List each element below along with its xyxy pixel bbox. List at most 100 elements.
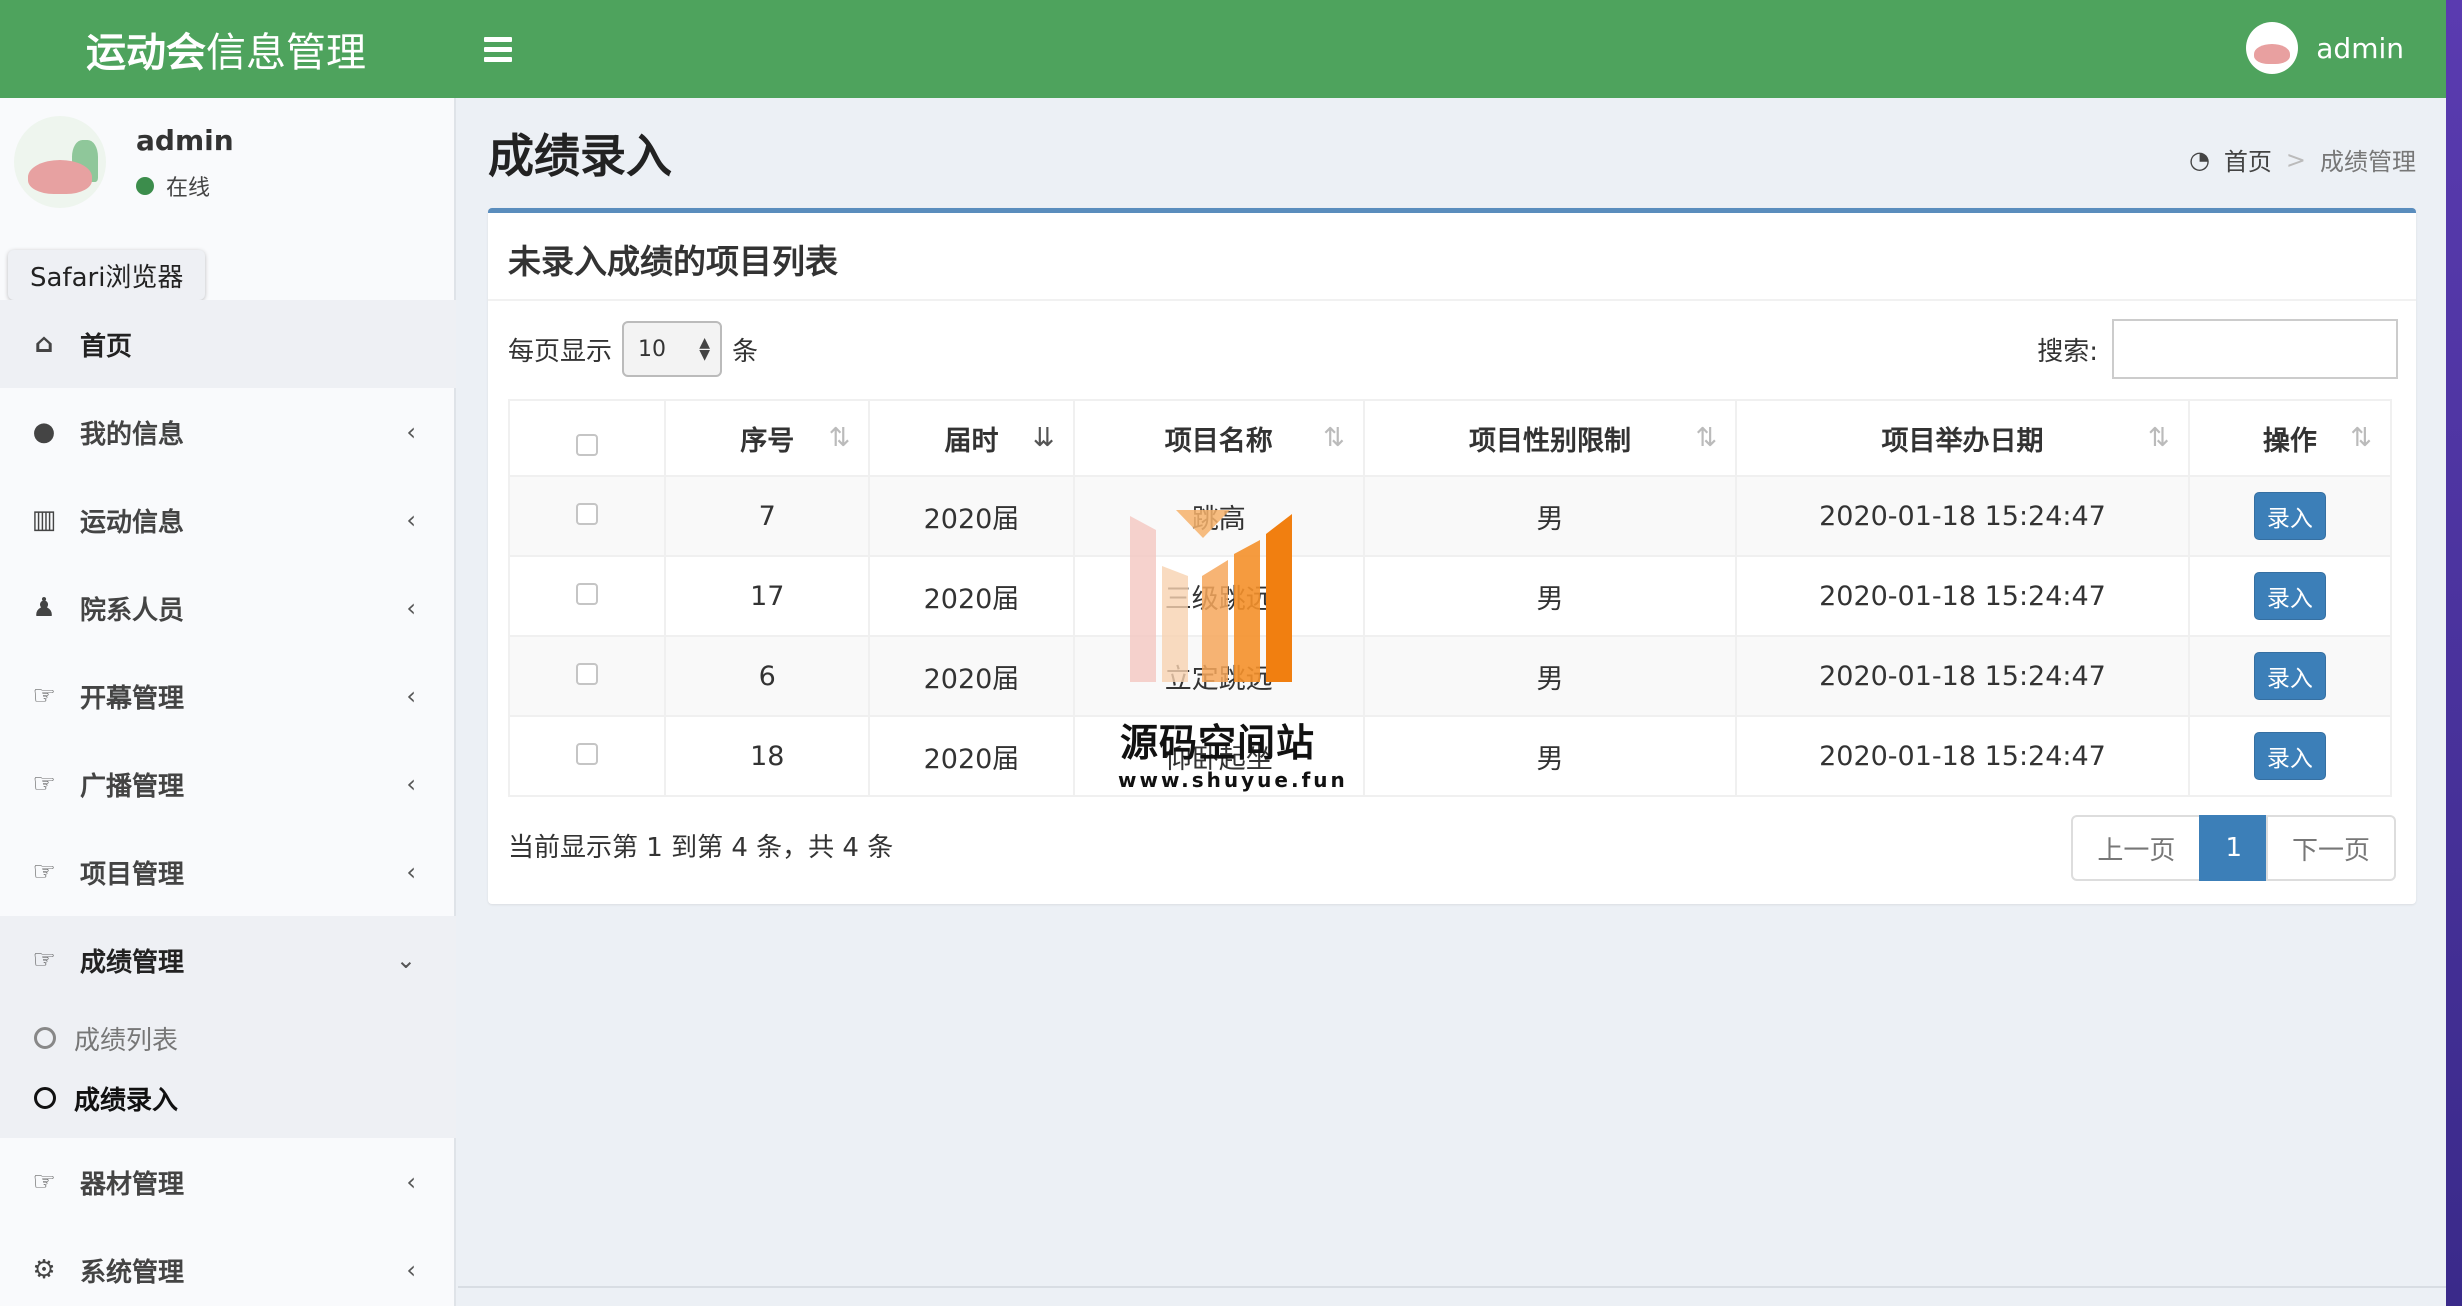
circle-icon: [34, 1087, 56, 1109]
cell-gender: 男: [1362, 475, 1738, 557]
hand-pointer-icon: ☞: [32, 1167, 56, 1197]
hand-pointer-icon: ☞: [32, 945, 56, 975]
status-dot-icon: [136, 177, 154, 195]
page-title: 成绩录入: [488, 129, 672, 183]
scores-submenu: 成绩列表 成绩录入: [0, 1004, 456, 1138]
cell-term: 2020届: [868, 555, 1075, 637]
sidebar-item-system[interactable]: ⚙ 系统管理 ‹: [0, 1226, 456, 1306]
cell-gender: 男: [1362, 635, 1738, 717]
cell-gender: 男: [1362, 715, 1738, 797]
footer-divider: [458, 1286, 2446, 1288]
app-logo[interactable]: 运动会 信息管理: [0, 0, 456, 98]
bar-chart-icon: ▥: [31, 505, 57, 535]
cell-name: 立定跳远: [1072, 635, 1365, 717]
cell-term: 2020届: [868, 715, 1075, 797]
entry-button[interactable]: 录入: [2253, 572, 2326, 620]
row-checkbox[interactable]: [576, 582, 599, 605]
table-header-row: 序号 ⇅ 届时 ⇊ 项目名称 ⇅ 项目性别限制 ⇅ 项目举办日期 ⇅ 操作 ⇅: [507, 399, 2393, 477]
row-checkbox[interactable]: [576, 742, 599, 765]
cell-name: 三级跳远: [1072, 555, 1365, 637]
entry-button[interactable]: 录入: [2253, 492, 2326, 540]
sidebar-toggle-icon[interactable]: [484, 30, 512, 68]
hand-pointer-icon: ☞: [32, 769, 56, 799]
sidebar-item-scores[interactable]: ☞ 成绩管理 ⌄: [0, 916, 456, 1004]
sidebar-user-name: admin: [136, 124, 234, 157]
chevron-left-icon: ‹: [406, 770, 416, 798]
sidebar-item-sports-info[interactable]: ▥ 运动信息 ‹: [0, 476, 456, 564]
user-icon: ●: [32, 417, 56, 447]
chevron-left-icon: ‹: [406, 506, 416, 534]
sort-desc-icon: ⇊: [1032, 423, 1055, 453]
sidebar-item-label: 广播管理: [80, 771, 185, 802]
select-all-header: [507, 399, 667, 477]
top-user-name: admin: [2316, 31, 2404, 65]
sidebar-item-projects[interactable]: ☞ 项目管理 ‹: [0, 828, 456, 916]
cell-gender: 男: [1362, 555, 1738, 637]
user-menu[interactable]: admin: [2246, 22, 2404, 74]
project-table: 序号 ⇅ 届时 ⇊ 项目名称 ⇅ 项目性别限制 ⇅ 项目举办日期 ⇅ 操作 ⇅ 7 2020…: [507, 399, 2393, 797]
project-list-box: 未录入成绩的项目列表 每页显示 10 ▲ ▼ 条 搜索: 序号 ⇅ 届时 ⇊ 项目名称…: [488, 208, 2416, 904]
watermark-title: 源码空间站: [1120, 721, 1316, 765]
brand-light: 信息管理: [206, 30, 366, 76]
watermark-url: www.shuyue.fun: [1118, 768, 1348, 792]
breadcrumb-current: 成绩管理: [2320, 148, 2416, 176]
box-title: 未录入成绩的项目列表: [508, 242, 838, 281]
search-input[interactable]: [2112, 319, 2398, 379]
chevron-left-icon: ‹: [406, 418, 416, 446]
search-control: 搜索:: [2037, 319, 2398, 379]
row-checkbox[interactable]: [576, 662, 599, 685]
page-length-select[interactable]: 10 ▲ ▼: [622, 321, 723, 377]
row-checkbox[interactable]: [576, 502, 599, 525]
sidebar-subitem-label: 成绩列表: [74, 1025, 179, 1056]
sidebar-subitem-label: 成绩录入: [74, 1085, 179, 1116]
entry-button[interactable]: 录入: [2253, 652, 2326, 700]
page-length-control: 每页显示 10 ▲ ▼ 条: [508, 321, 758, 377]
chevron-left-icon: ‹: [406, 594, 416, 622]
hand-pointer-icon: ☞: [32, 681, 56, 711]
cell-date: 2020-01-18 15:24:47: [1735, 555, 2190, 637]
sidebar: admin 在线 Safari浏览器 ⌂ 首页 ● 我的信息 ‹ ▥ 运动信息 …: [0, 98, 456, 1306]
prev-page-button[interactable]: 上一页: [2071, 815, 2202, 881]
box-divider: [488, 299, 2416, 301]
cell-date: 2020-01-18 15:24:47: [1735, 475, 2190, 557]
sidebar-item-broadcast[interactable]: ☞ 广播管理 ‹: [0, 740, 456, 828]
column-header-name[interactable]: 项目名称 ⇅: [1072, 399, 1365, 477]
column-header-term[interactable]: 届时 ⇊: [868, 399, 1075, 477]
page-1-button[interactable]: 1: [2199, 815, 2268, 881]
hand-pointer-icon: ☞: [32, 857, 56, 887]
sidebar-item-label: 开幕管理: [80, 683, 185, 714]
home-icon: ⌂: [34, 329, 54, 359]
column-header-gender[interactable]: 项目性别限制 ⇅: [1362, 399, 1738, 477]
entry-button[interactable]: 录入: [2253, 732, 2326, 780]
page-length-suffix: 条: [732, 336, 759, 367]
sidebar-item-label: 器材管理: [80, 1169, 185, 1200]
column-header-date[interactable]: 项目举办日期 ⇅: [1735, 399, 2190, 477]
table-row: 7 2020届 跳高 男 2020-01-18 15:24:47 录入: [507, 475, 2393, 557]
sidebar-menu: ⌂ 首页 ● 我的信息 ‹ ▥ 运动信息 ‹ ♟ 院系人员 ‹ ☞ 开幕管理 ‹…: [0, 300, 456, 1306]
dashboard-icon: ◔: [2188, 145, 2210, 174]
sidebar-item-opening[interactable]: ☞ 开幕管理 ‹: [0, 652, 456, 740]
chevron-left-icon: ‹: [406, 1256, 416, 1284]
column-header-id[interactable]: 序号 ⇅: [664, 399, 871, 477]
chevron-left-icon: ‹: [406, 858, 416, 886]
status-label: 在线: [166, 176, 211, 201]
next-page-button[interactable]: 下一页: [2265, 815, 2396, 881]
table-row: 6 2020届 立定跳远 男 2020-01-18 15:24:47 录入: [507, 635, 2393, 717]
select-all-checkbox[interactable]: [576, 433, 599, 456]
sidebar-item-department-staff[interactable]: ♟ 院系人员 ‹: [0, 564, 456, 652]
sidebar-subitem-score-entry[interactable]: 成绩录入: [0, 1068, 456, 1128]
pagination: 上一页 1 下一页: [2071, 815, 2396, 881]
sidebar-item-label: 首页: [80, 331, 133, 362]
sidebar-item-label: 我的信息: [80, 419, 185, 450]
cell-term: 2020届: [868, 475, 1075, 557]
browser-tooltip: Safari浏览器: [8, 250, 206, 300]
column-header-action[interactable]: 操作 ⇅: [2187, 399, 2393, 477]
sidebar-item-label: 院系人员: [80, 595, 185, 626]
sidebar-item-my-info[interactable]: ● 我的信息 ‹: [0, 388, 456, 476]
table-row: 17 2020届 三级跳远 男 2020-01-18 15:24:47 录入: [507, 555, 2393, 637]
cell-id: 7: [664, 475, 871, 557]
breadcrumb-home[interactable]: 首页: [2224, 142, 2272, 177]
sidebar-item-equipment[interactable]: ☞ 器材管理 ‹: [0, 1138, 456, 1226]
sidebar-subitem-score-list[interactable]: 成绩列表: [0, 1008, 456, 1068]
sidebar-item-home[interactable]: ⌂ 首页: [0, 300, 456, 388]
